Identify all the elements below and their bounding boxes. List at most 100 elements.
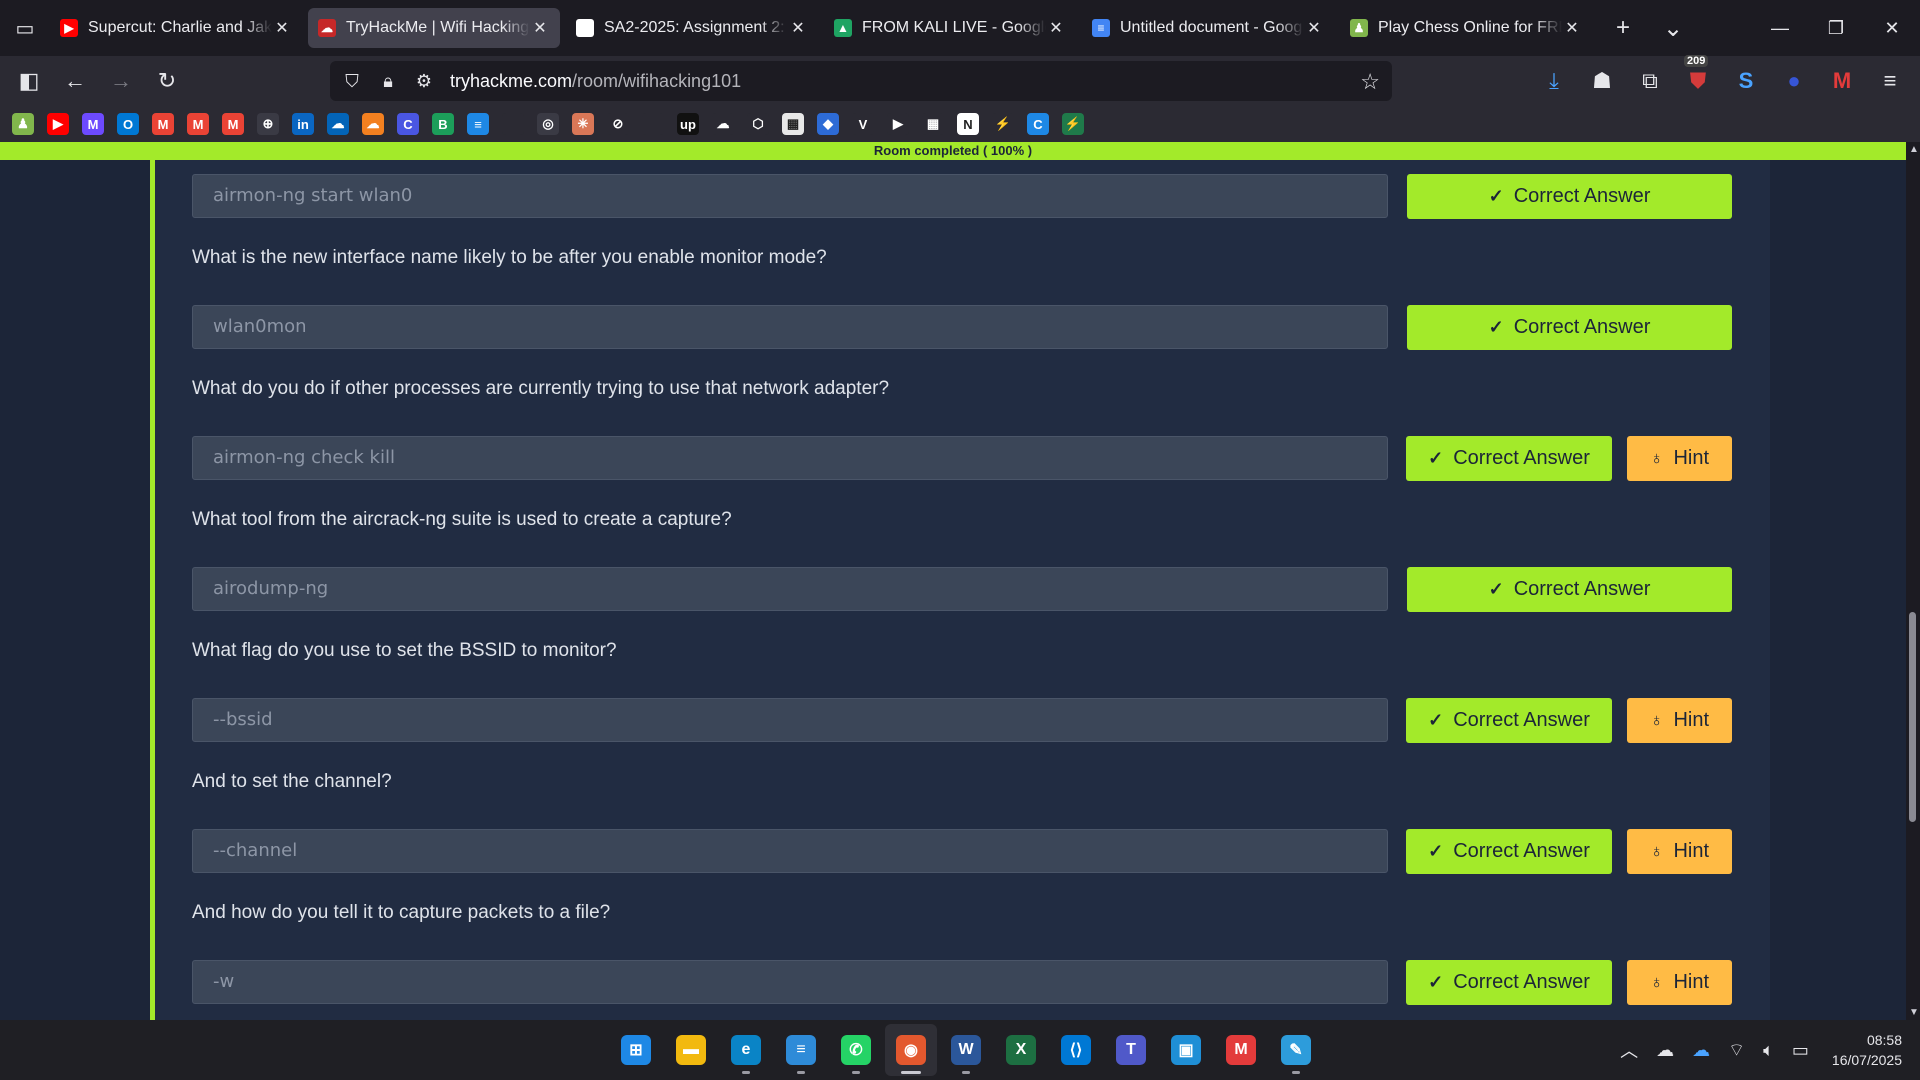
extension-m-icon[interactable]: M: [1818, 61, 1866, 101]
answer-field[interactable]: wlan0mon: [192, 305, 1388, 349]
openai-icon[interactable]: ◎: [537, 113, 559, 135]
permissions-icon[interactable]: ⚙: [414, 71, 434, 92]
menu-icon[interactable]: ≡: [1866, 61, 1914, 101]
onedrive-icon[interactable]: ☁: [327, 113, 349, 135]
hint-button[interactable]: ♁ Hint: [1627, 698, 1732, 743]
answer-field[interactable]: --bssid: [192, 698, 1388, 742]
answer-field[interactable]: airmon-ng check kill: [192, 436, 1388, 480]
browser-tab[interactable]: ☁ TryHackMe | Wifi Hacking 10✕: [308, 8, 560, 48]
cloudflare-icon[interactable]: ☁: [362, 113, 384, 135]
green-bolt-icon[interactable]: ⚡: [1062, 113, 1084, 135]
taskbar-app[interactable]: W: [940, 1024, 992, 1076]
gmail-icon-2[interactable]: M: [187, 113, 209, 135]
taskbar-app[interactable]: ⟨⟩: [1050, 1024, 1102, 1076]
bars-icon[interactable]: ≡: [467, 113, 489, 135]
globe-icon[interactable]: ⊕: [257, 113, 279, 135]
close-window-icon[interactable]: ✕: [1864, 0, 1920, 56]
new-tab-button[interactable]: +: [1598, 14, 1648, 42]
volume-icon[interactable]: 🔈︎: [1763, 1040, 1774, 1061]
tab-list-icon[interactable]: ▭: [0, 0, 50, 56]
correct-answer-button[interactable]: ✓ Correct Answer: [1406, 829, 1612, 874]
graduation-cap-icon[interactable]: ◆: [817, 113, 839, 135]
restore-icon[interactable]: ❐: [1808, 0, 1864, 56]
reload-button[interactable]: ↻: [144, 61, 190, 101]
page-scrollbar[interactable]: ▲ ▼: [1906, 142, 1920, 1020]
dark-icon[interactable]: [502, 113, 524, 135]
scroll-down-arrow-icon[interactable]: ▼: [1909, 1007, 1919, 1018]
battery-icon[interactable]: ▭: [1792, 1040, 1809, 1061]
taskbar-app[interactable]: T: [1105, 1024, 1157, 1076]
browser-tab[interactable]: ♟ Play Chess Online for FREE -✕: [1340, 8, 1592, 48]
url-text[interactable]: tryhackme.com/room/wifihacking101: [450, 71, 741, 92]
scroll-up-arrow-icon[interactable]: ▲: [1909, 144, 1919, 155]
correct-answer-button[interactable]: ✓ Correct Answer: [1407, 174, 1732, 219]
back-button[interactable]: ←: [52, 61, 98, 101]
forward-button[interactable]: →: [98, 61, 144, 101]
correct-answer-button[interactable]: ✓ Correct Answer: [1407, 305, 1732, 350]
clock[interactable]: 08:58 16/07/2025: [1832, 1030, 1902, 1070]
hint-button[interactable]: ♁ Hint: [1627, 960, 1732, 1005]
claude-icon[interactable]: ✳: [572, 113, 594, 135]
taskbar-app[interactable]: ⊞: [610, 1024, 662, 1076]
browser-tab[interactable]: ≡ Untitled document - Google ✕: [1082, 8, 1334, 48]
taskbar-app[interactable]: ▬: [665, 1024, 717, 1076]
minimize-icon[interactable]: —: [1752, 0, 1808, 56]
lock-icon[interactable]: 🔒︎: [378, 71, 398, 92]
cloud-red-icon[interactable]: ☁: [712, 113, 734, 135]
downloads-icon[interactable]: ⤓: [1530, 61, 1578, 101]
bolt-icon[interactable]: ⚡: [992, 113, 1014, 135]
browser-tab[interactable]: SA2-2025: Assignment 2: L2 ✕: [566, 8, 818, 48]
chess-pawn-icon[interactable]: ♟: [12, 113, 34, 135]
address-bar[interactable]: ⛉ 🔒︎ ⚙ tryhackme.com/room/wifihacking101…: [330, 61, 1392, 101]
linkedin-icon[interactable]: in: [292, 113, 314, 135]
outlook-icon[interactable]: O: [117, 113, 139, 135]
taskbar-app[interactable]: ✎: [1270, 1024, 1322, 1076]
hint-button[interactable]: ♁ Hint: [1627, 829, 1732, 874]
correct-answer-button[interactable]: ✓ Correct Answer: [1406, 698, 1612, 743]
show-hidden-icons-chevron-icon[interactable]: ︿: [1620, 1037, 1638, 1063]
taskbar-app[interactable]: ◉: [885, 1024, 937, 1076]
youtube-icon[interactable]: ▶: [47, 113, 69, 135]
close-tab-icon[interactable]: ✕: [272, 18, 292, 38]
proton-mail-icon[interactable]: M: [82, 113, 104, 135]
browser-tab[interactable]: ▶ Supercut: Charlie and Jake C✕: [50, 8, 302, 48]
extensions-puzzle-icon[interactable]: ⧉: [1626, 61, 1674, 101]
hint-button[interactable]: ♁ Hint: [1627, 436, 1732, 481]
ublock-icon[interactable]: ⛊ 209: [1674, 55, 1722, 101]
cube-icon[interactable]: ⬡: [747, 113, 769, 135]
correct-answer-button[interactable]: ✓ Correct Answer: [1407, 567, 1732, 612]
taskbar-app[interactable]: X: [995, 1024, 1047, 1076]
taskbar-app[interactable]: M: [1215, 1024, 1267, 1076]
vectorworks-icon[interactable]: V: [852, 113, 874, 135]
microsoft-icon[interactable]: ▦: [922, 113, 944, 135]
bookmark-star-icon[interactable]: ☆: [1360, 69, 1380, 95]
bootstrap-icon[interactable]: B: [432, 113, 454, 135]
answer-field[interactable]: airodump-ng: [192, 567, 1388, 611]
taskbar-app[interactable]: e: [720, 1024, 772, 1076]
close-tab-icon[interactable]: ✕: [788, 18, 808, 38]
close-tab-icon[interactable]: ✕: [1046, 18, 1066, 38]
notion-icon[interactable]: N: [957, 113, 979, 135]
correct-answer-button[interactable]: ✓ Correct Answer: [1406, 436, 1612, 481]
apple-icon[interactable]: [642, 113, 664, 135]
scroll-thumb[interactable]: [1909, 612, 1916, 822]
play-store-icon[interactable]: ▶: [887, 113, 909, 135]
gmail-icon-3[interactable]: M: [222, 113, 244, 135]
sidebar-toggle-icon[interactable]: ◧: [6, 61, 52, 101]
extension-s-icon[interactable]: S: [1722, 61, 1770, 101]
extension-ghost-icon[interactable]: ☗: [1578, 61, 1626, 101]
answer-field[interactable]: --channel: [192, 829, 1388, 873]
tracking-protection-shield-icon[interactable]: ⛉: [342, 71, 362, 92]
upwork-icon[interactable]: up: [677, 113, 699, 135]
close-tab-icon[interactable]: ✕: [1562, 18, 1582, 38]
taskbar-app[interactable]: ▣: [1160, 1024, 1212, 1076]
image-icon[interactable]: ▦: [782, 113, 804, 135]
extension-circle-icon[interactable]: ●: [1770, 61, 1818, 101]
list-all-tabs-icon[interactable]: ⌄: [1648, 14, 1698, 43]
taskbar-app[interactable]: ≡: [775, 1024, 827, 1076]
browser-tab[interactable]: ▲ FROM KALI LIVE - Google D✕: [824, 8, 1076, 48]
onedrive-icon[interactable]: ☁: [1692, 1040, 1710, 1061]
taskbar-app[interactable]: ✆: [830, 1024, 882, 1076]
onedrive-status-icon[interactable]: ☁: [1656, 1040, 1674, 1061]
circle-slash-icon[interactable]: ⊘: [607, 113, 629, 135]
